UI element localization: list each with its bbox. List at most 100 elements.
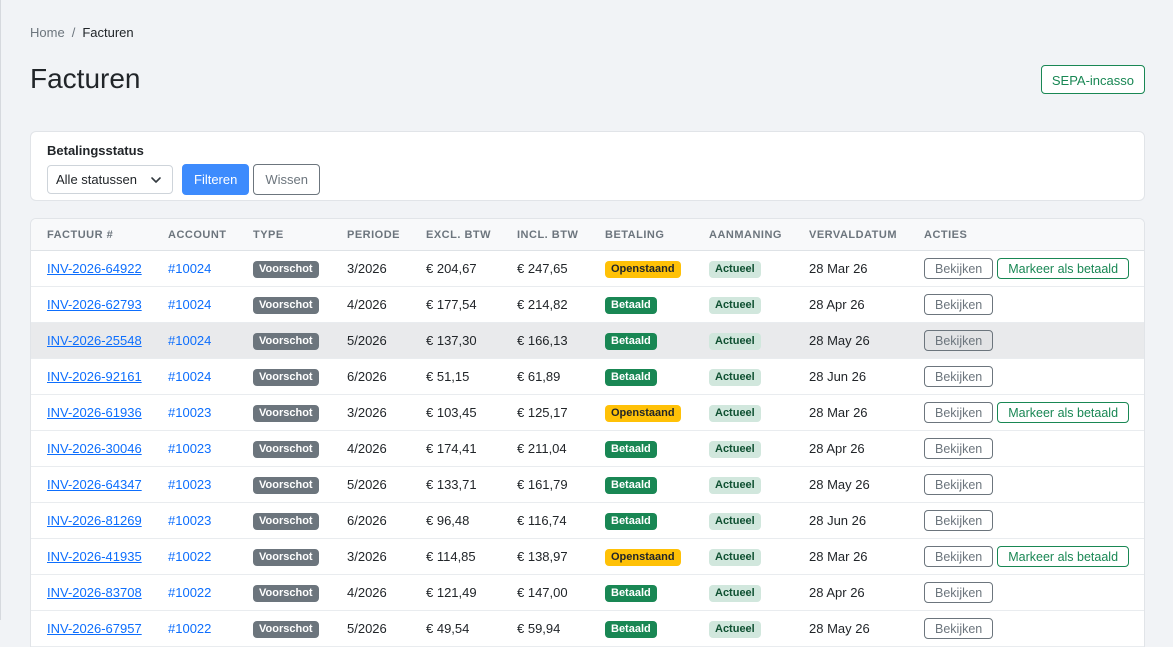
actions-cell: Bekijken: [908, 358, 1144, 395]
excl-vat-cell: € 114,85: [410, 538, 501, 575]
account-cell: #10024: [152, 322, 237, 359]
due-date-cell: 28 Apr 26: [793, 286, 908, 323]
reminder-cell: Actueel: [693, 574, 793, 611]
due-date-cell: 28 Mar 26: [793, 538, 908, 575]
view-invoice-button[interactable]: Bekijken: [924, 474, 994, 495]
type-cell: Voorschot: [237, 610, 331, 647]
invoice-cell: INV-2026-62793: [31, 286, 152, 323]
view-invoice-button[interactable]: Bekijken: [924, 402, 994, 423]
due-date-cell: 28 May 26: [793, 610, 908, 647]
type-cell: Voorschot: [237, 358, 331, 395]
breadcrumb-home-link[interactable]: Home: [30, 25, 65, 40]
mark-as-paid-button[interactable]: Markeer als betaald: [997, 546, 1130, 567]
account-link[interactable]: #10024: [168, 297, 211, 312]
payment-status-badge: Betaald: [605, 296, 657, 314]
type-badge: Voorschot: [253, 512, 319, 530]
incl-vat-cell: € 147,00: [501, 574, 589, 611]
invoice-link[interactable]: INV-2026-62793: [47, 297, 142, 312]
actions-cell: Bekijken: [908, 574, 1144, 611]
type-badge: Voorschot: [253, 404, 319, 422]
view-invoice-button[interactable]: Bekijken: [924, 510, 994, 531]
mark-as-paid-button[interactable]: Markeer als betaald: [997, 402, 1130, 423]
view-invoice-button[interactable]: Bekijken: [924, 294, 994, 315]
actions-cell: Bekijken: [908, 610, 1144, 647]
payment-cell: Betaald: [589, 322, 693, 359]
invoice-link[interactable]: INV-2026-92161: [47, 369, 142, 384]
invoice-link[interactable]: INV-2026-25548: [47, 333, 142, 348]
account-link[interactable]: #10022: [168, 621, 211, 636]
actions-cell: Bekijken Markeer als betaald: [908, 538, 1144, 575]
invoice-link[interactable]: INV-2026-64347: [47, 477, 142, 492]
invoice-link[interactable]: INV-2026-61936: [47, 405, 142, 420]
account-link[interactable]: #10023: [168, 405, 211, 420]
reminder-status-badge: Actueel: [709, 584, 761, 602]
excl-vat-cell: € 103,45: [410, 394, 501, 431]
clear-button[interactable]: Wissen: [253, 164, 320, 195]
due-date-cell: 28 Mar 26: [793, 394, 908, 431]
sepa-incasso-button[interactable]: SEPA-incasso: [1040, 64, 1145, 94]
account-link[interactable]: #10023: [168, 441, 211, 456]
reminder-cell: Actueel: [693, 502, 793, 539]
view-invoice-button[interactable]: Bekijken: [924, 546, 994, 567]
incl-vat-cell: € 116,74: [501, 502, 589, 539]
payment-status-badge: Betaald: [605, 332, 657, 350]
invoice-link[interactable]: INV-2026-81269: [47, 513, 142, 528]
account-link[interactable]: #10022: [168, 585, 211, 600]
reminder-status-badge: Actueel: [709, 296, 761, 314]
table-row: INV-2026-30046 #10023 Voorschot 4/2026 € 174…: [31, 430, 1144, 467]
page-title: Facturen: [30, 63, 141, 94]
type-cell: Voorschot: [237, 250, 331, 287]
table-row: INV-2026-81269 #10023 Voorschot 6/2026 € 96,…: [31, 502, 1144, 539]
filter-button[interactable]: Filteren: [182, 164, 250, 195]
payment-cell: Betaald: [589, 610, 693, 647]
invoice-cell: INV-2026-64922: [31, 250, 152, 287]
account-link[interactable]: #10024: [168, 261, 211, 276]
type-badge: Voorschot: [253, 476, 319, 494]
table-row: INV-2026-64347 #10023 Voorschot 5/2026 € 133…: [31, 466, 1144, 503]
due-date-cell: 28 May 26: [793, 466, 908, 503]
account-link[interactable]: #10024: [168, 333, 211, 348]
excl-vat-cell: € 51,15: [410, 358, 501, 395]
invoice-link[interactable]: INV-2026-83708: [47, 585, 142, 600]
excl-vat-cell: € 121,49: [410, 574, 501, 611]
type-cell: Voorschot: [237, 394, 331, 431]
payment-status-badge: Betaald: [605, 440, 657, 458]
account-cell: #10023: [152, 394, 237, 431]
period-cell: 4/2026: [331, 430, 410, 467]
view-invoice-button[interactable]: Bekijken: [924, 618, 994, 639]
account-link[interactable]: #10023: [168, 513, 211, 528]
view-invoice-button[interactable]: Bekijken: [924, 438, 994, 459]
invoice-link[interactable]: INV-2026-67957: [47, 621, 142, 636]
account-link[interactable]: #10022: [168, 549, 211, 564]
incl-vat-cell: € 247,65: [501, 250, 589, 287]
due-date-cell: 28 Jun 26: [793, 358, 908, 395]
due-date-cell: 28 Apr 26: [793, 430, 908, 467]
column-header-actions: Acties: [908, 219, 1144, 251]
actions-cell: Bekijken: [908, 430, 1144, 467]
reminder-status-badge: Actueel: [709, 260, 761, 278]
invoice-link[interactable]: INV-2026-64922: [47, 261, 142, 276]
reminder-status-badge: Actueel: [709, 548, 761, 566]
payment-cell: Betaald: [589, 358, 693, 395]
column-header-payment: Betaling: [589, 219, 693, 251]
account-link[interactable]: #10024: [168, 369, 211, 384]
view-invoice-button[interactable]: Bekijken: [924, 258, 994, 279]
due-date-cell: 28 Jun 26: [793, 502, 908, 539]
account-cell: #10022: [152, 538, 237, 575]
view-invoice-button[interactable]: Bekijken: [924, 366, 994, 387]
invoice-link[interactable]: INV-2026-30046: [47, 441, 142, 456]
type-badge: Voorschot: [253, 296, 319, 314]
mark-as-paid-button[interactable]: Markeer als betaald: [997, 258, 1130, 279]
actions-cell: Bekijken: [908, 502, 1144, 539]
invoice-link[interactable]: INV-2026-41935: [47, 549, 142, 564]
column-header-invoice: Factuur #: [31, 219, 152, 251]
type-badge: Voorschot: [253, 332, 319, 350]
account-link[interactable]: #10023: [168, 477, 211, 492]
payment-cell: Betaald: [589, 466, 693, 503]
view-invoice-button[interactable]: Bekijken: [924, 582, 994, 603]
reminder-cell: Actueel: [693, 394, 793, 431]
reminder-cell: Actueel: [693, 358, 793, 395]
payment-status-select[interactable]: Alle statussen: [47, 165, 173, 194]
view-invoice-button[interactable]: Bekijken: [924, 330, 994, 351]
excl-vat-cell: € 49,54: [410, 610, 501, 647]
